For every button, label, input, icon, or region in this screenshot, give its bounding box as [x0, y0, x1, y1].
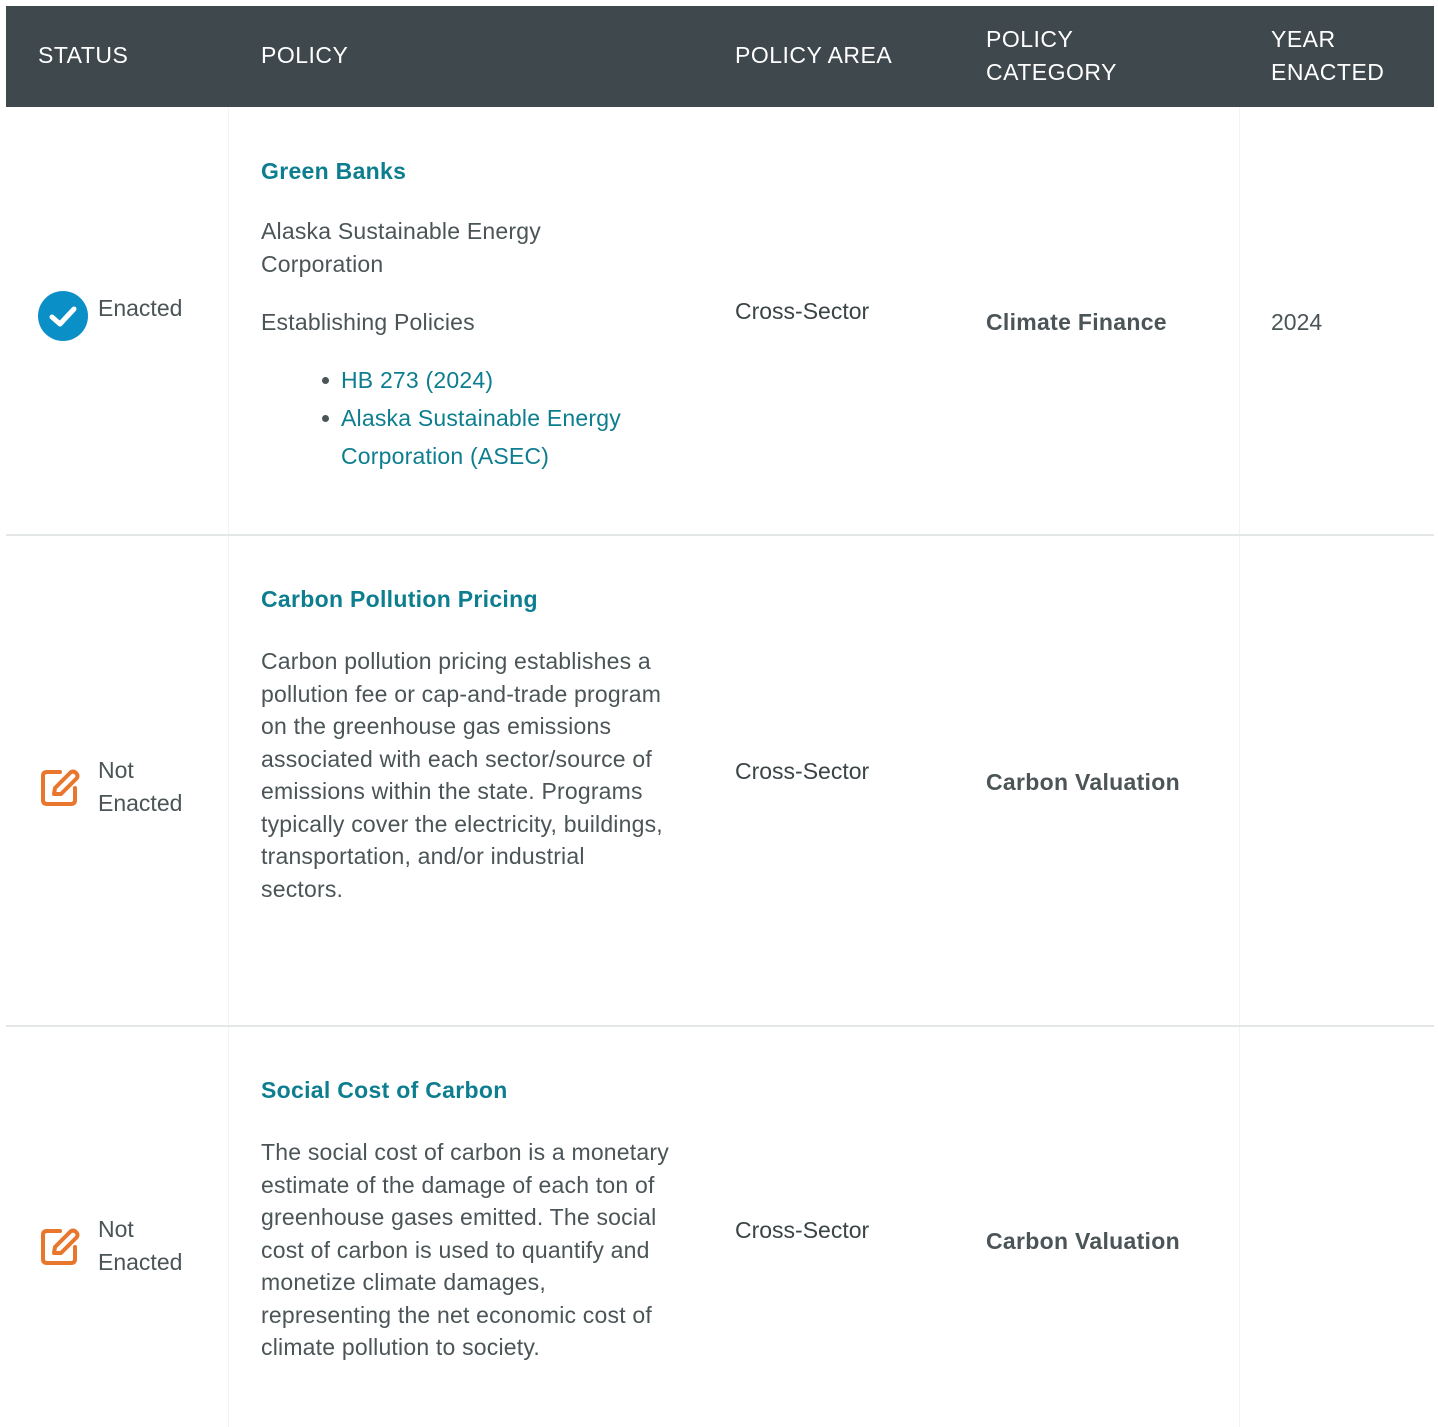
list-item: HB 273 (2024) — [261, 361, 671, 399]
table-row: Not Enacted Social Cost of Carbon The so… — [6, 1027, 1434, 1427]
list-item: Alaska Sustainable Energy Corporation (A… — [261, 399, 671, 475]
table-header: STATUS POLICY POLICY AREA POLICY CATEGOR… — [6, 6, 1434, 107]
status-label-line1: Not — [98, 757, 134, 783]
policy-link[interactable]: Alaska Sustainable Energy Corporation (A… — [341, 405, 621, 469]
policy-category-cell: Carbon Valuation — [986, 1228, 1180, 1254]
column-header-status[interactable]: STATUS — [38, 39, 128, 72]
column-header-policy-area[interactable]: POLICY AREA — [735, 39, 892, 72]
table-row: Not Enacted Carbon Pollution Pricing Car… — [6, 536, 1434, 1027]
policy-cell: Social Cost of Carbon The social cost of… — [261, 1074, 671, 1364]
status-label: Not Enacted — [98, 1213, 182, 1279]
policy-description-line: Alaska Sustainable Energy — [261, 218, 541, 244]
policy-link[interactable]: HB 273 (2024) — [341, 367, 493, 393]
column-header-policy-category[interactable]: POLICY CATEGORY — [986, 23, 1117, 89]
column-header-policy-category-line1: POLICY — [986, 26, 1074, 52]
policy-area-cell: Cross-Sector — [735, 758, 870, 784]
edit-note-icon — [38, 762, 88, 812]
edit-note-icon — [38, 1221, 88, 1271]
status-cell: Enacted — [38, 291, 182, 341]
policy-title-link[interactable]: Social Cost of Carbon — [261, 1074, 671, 1106]
status-label-line1: Not — [98, 1216, 134, 1242]
policy-category-cell: Carbon Valuation — [986, 769, 1180, 795]
status-label: Enacted — [98, 294, 183, 321]
policy-description: Carbon pollution pricing establishes a p… — [261, 648, 663, 902]
status-cell: Not Enacted — [38, 754, 182, 820]
column-divider — [1239, 107, 1240, 534]
policy-description: The social cost of carbon is a monetary … — [261, 1139, 669, 1360]
policy-link-text: Alaska Sustainable Energy Corporation (A… — [341, 404, 621, 469]
status-label: Not Enacted — [98, 754, 182, 820]
policy-area-cell: Cross-Sector — [735, 1217, 870, 1243]
column-divider — [228, 107, 229, 534]
status-label-line2: Enacted — [98, 790, 183, 816]
column-header-year-line1: YEAR — [1271, 26, 1336, 52]
column-header-policy-category-line2: CATEGORY — [986, 59, 1117, 85]
column-divider — [1239, 1027, 1240, 1427]
establishing-policies-heading: Establishing Policies — [261, 309, 475, 335]
policy-cell: Carbon Pollution Pricing Carbon pollutio… — [261, 583, 671, 905]
column-header-year-enacted[interactable]: YEAR ENACTED — [1271, 23, 1384, 89]
check-circle-icon — [38, 291, 88, 341]
column-header-policy[interactable]: POLICY — [261, 39, 348, 72]
column-divider — [1239, 536, 1240, 1025]
policy-description-line: Corporation — [261, 250, 384, 277]
status-cell: Not Enacted — [38, 1213, 182, 1279]
policy-cell: Green Banks Alaska Sustainable Energy Co… — [261, 155, 671, 475]
policy-area-cell: Cross-Sector — [735, 298, 870, 324]
table-row: Enacted Green Banks Alaska Sustainable E… — [6, 107, 1434, 536]
policy-category-cell: Climate Finance — [986, 309, 1167, 335]
policy-title-link[interactable]: Green Banks — [261, 155, 671, 187]
column-divider — [228, 536, 229, 1025]
column-header-year-line2: ENACTED — [1271, 59, 1385, 85]
establishing-policies-list: HB 273 (2024) Alaska Sustainable Energy … — [261, 361, 671, 475]
policy-description: Alaska Sustainable Energy Corporation — [261, 215, 671, 280]
status-label-line2: Enacted — [98, 1249, 183, 1275]
year-enacted-cell: 2024 — [1271, 309, 1323, 335]
policy-title-link[interactable]: Carbon Pollution Pricing — [261, 583, 671, 615]
column-divider — [228, 1027, 229, 1427]
policy-table: STATUS POLICY POLICY AREA POLICY CATEGOR… — [6, 6, 1434, 1427]
